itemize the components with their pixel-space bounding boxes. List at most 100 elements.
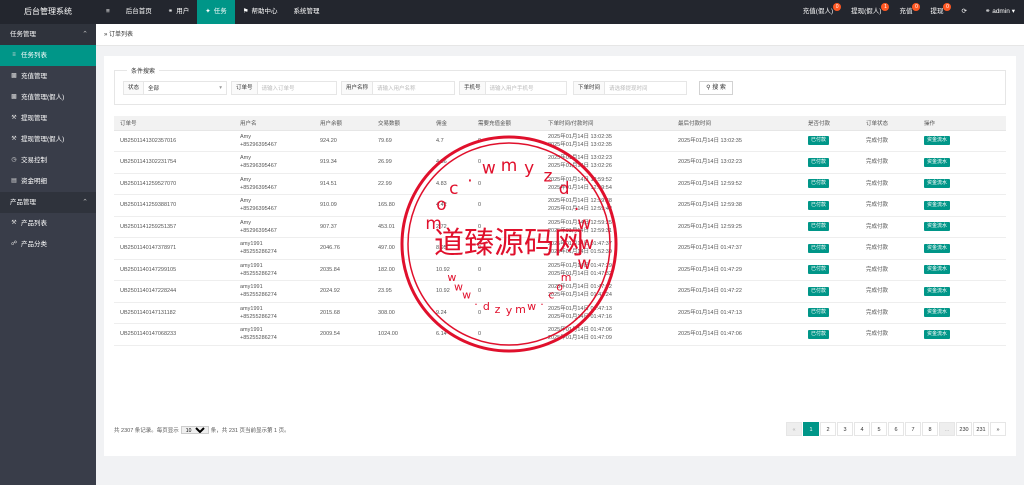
- order-no-cell: UB2501141259527070: [114, 173, 234, 195]
- page-button[interactable]: 2: [820, 422, 836, 436]
- page-button[interactable]: 8: [922, 422, 938, 436]
- run-icon: ✦: [205, 8, 211, 15]
- recharge-label: 充值: [899, 8, 913, 15]
- phone-input[interactable]: 请输入用户手机号: [486, 84, 566, 92]
- topnav-system[interactable]: 系统管理: [286, 0, 328, 24]
- order-time-label: 下单时间: [574, 82, 606, 94]
- per-page-select[interactable]: 10: [180, 426, 209, 434]
- fund-flow-button[interactable]: 资金流水: [924, 308, 951, 318]
- fund-flow-button[interactable]: 资金流水: [924, 286, 951, 296]
- search-button[interactable]: ⚲ 搜 索: [699, 81, 733, 95]
- username-cell: Amy +85296395467: [234, 173, 314, 195]
- fund-flow-button[interactable]: 资金流水: [924, 329, 951, 339]
- paid-cell: 已付款: [802, 130, 860, 152]
- recharge-needed-cell: 0: [472, 151, 542, 174]
- balance-cell: 2035.84: [314, 259, 372, 281]
- sidebar-item-recharge[interactable]: ▩ 充值管理: [0, 66, 96, 87]
- commission-cell: 8.95: [430, 237, 472, 260]
- phone-field[interactable]: 手机号 请输入用户手机号: [459, 81, 567, 95]
- fund-flow-button[interactable]: 资金流水: [924, 179, 951, 189]
- page-button[interactable]: 1: [803, 422, 819, 436]
- wrench-icon: ⚒: [11, 115, 17, 121]
- balance-cell: 2015.68: [314, 302, 372, 324]
- chevron-down-icon: ▾: [219, 85, 222, 91]
- order-no-input[interactable]: 请输入订单号: [258, 84, 336, 92]
- menu-toggle-icon[interactable]: ≡: [98, 0, 118, 24]
- flag-icon: ⚑: [242, 8, 249, 15]
- commission-cell: 10.92: [430, 259, 472, 281]
- pager-info: 共 2307 条记录。每页显示 10 条，共 231 页当前显示第 1 页。: [114, 426, 290, 434]
- pager-info-prefix: 共 2307 条记录。每页显示: [114, 428, 179, 434]
- order-time-field[interactable]: 下单时间 请选择提现时间: [573, 81, 687, 95]
- status-cell: 完成付款: [860, 302, 918, 324]
- amount-cell: 308.00: [372, 302, 430, 324]
- sidebar-item-recharge-fake[interactable]: ▩ 充值管理(假人): [0, 87, 96, 108]
- page-button[interactable]: 6: [888, 422, 904, 436]
- sidebar-item-fund-detail[interactable]: ▤ 资金明细: [0, 171, 96, 192]
- status-select[interactable]: 状态 全部 ▾: [123, 81, 227, 95]
- sidebar-item-label: 资金明细: [21, 178, 47, 185]
- breadcrumb-current[interactable]: 订单列表: [109, 32, 133, 38]
- table-row: UB2501141259527070 Amy +85296395467 914.51 2…: [114, 173, 1006, 195]
- order-no-cell: UB2501140147299105: [114, 259, 234, 281]
- sidebar-item-product-list[interactable]: ⚒ 产品列表: [0, 213, 96, 234]
- sidebar-item-withdraw[interactable]: ⚒ 提现管理: [0, 108, 96, 129]
- paid-cell: 已付款: [802, 173, 860, 195]
- withdraw-link[interactable]: 提现 0: [921, 0, 952, 24]
- prev-page-button[interactable]: «: [786, 422, 802, 436]
- pagination: «1 2 3 4 5 6 7 8... 230 231»: [786, 422, 1006, 436]
- sidebar-item-trade-control[interactable]: ◷ 交易控制: [0, 150, 96, 171]
- sidebar-group-label: 任务管理: [10, 31, 36, 38]
- order-no-cell: UB2501141259388170: [114, 194, 234, 217]
- topnav-home[interactable]: 后台首页: [118, 0, 160, 24]
- order-no-cell: UB2501140147131182: [114, 302, 234, 324]
- sidebar-item-withdraw-fake[interactable]: ⚒ 提现管理(假人): [0, 129, 96, 150]
- status-cell: 完成付款: [860, 280, 918, 303]
- topnav-help[interactable]: ⚑ 帮助中心: [235, 0, 286, 24]
- fund-flow-button[interactable]: 资金流水: [924, 157, 951, 167]
- fund-flow-button[interactable]: 资金流水: [924, 243, 951, 253]
- topnav-tasks-label: 任务: [213, 8, 227, 15]
- refresh-icon[interactable]: ⟳: [952, 0, 975, 24]
- page-button[interactable]: 230: [956, 422, 972, 436]
- username-input[interactable]: 请输入用户名称: [373, 84, 454, 92]
- sidebar-item-product-category[interactable]: ☍ 产品分类: [0, 234, 96, 255]
- recharge-link[interactable]: 充值 0: [890, 0, 921, 24]
- col-order-no: 订单号: [114, 116, 234, 131]
- topnav-users[interactable]: ⚭ 用户: [160, 0, 197, 24]
- username-cell: Amy +85296395467: [234, 216, 314, 238]
- status-label: 状态: [124, 82, 145, 94]
- topnav-tasks[interactable]: ✦ 任务: [197, 0, 235, 24]
- fund-flow-button[interactable]: 资金流水: [924, 136, 951, 146]
- username-cell: Amy +85296395467: [234, 194, 314, 217]
- recharge-fake-link[interactable]: 充值(假人) 0: [794, 0, 842, 24]
- sidebar-item-label: 提现管理(假人): [21, 136, 65, 143]
- page-button[interactable]: 231: [973, 422, 989, 436]
- user-menu[interactable]: ⚭ admin ▾: [976, 0, 1024, 24]
- page-button[interactable]: 3: [837, 422, 853, 436]
- sidebar-group-tasks[interactable]: 任务管理 ⌃: [0, 24, 96, 45]
- page-button[interactable]: 5: [871, 422, 887, 436]
- sidebar-item-task-list[interactable]: ≡ 任务列表: [0, 45, 96, 66]
- phone-label: 手机号: [460, 82, 486, 94]
- next-page-button[interactable]: »: [990, 422, 1006, 436]
- recharge-needed-cell: 0: [472, 323, 542, 346]
- order-time-cell: 2025年01月14日 01:47:37 2025年01月14日 01:52:39: [542, 237, 672, 260]
- col-commission: 佣金: [430, 116, 472, 131]
- paid-cell: 已付款: [802, 280, 860, 303]
- sidebar-group-products[interactable]: 产品管理 ⌃: [0, 192, 96, 213]
- username-field[interactable]: 用户名称 请输入用户名称: [341, 81, 455, 95]
- username-cell: amy1991 +85255286274: [234, 280, 314, 303]
- fund-flow-button[interactable]: 资金流水: [924, 200, 951, 210]
- fund-flow-button[interactable]: 资金流水: [924, 222, 951, 232]
- order-no-field[interactable]: 订单号 请输入订单号: [231, 81, 337, 95]
- order-time-input[interactable]: 请选择提现时间: [605, 84, 686, 92]
- paid-cell: 已付款: [802, 151, 860, 174]
- page-button[interactable]: 7: [905, 422, 921, 436]
- recharge-needed-cell: 0: [472, 216, 542, 238]
- page-button[interactable]: 4: [854, 422, 870, 436]
- breadcrumb-bar: » 订单列表: [96, 24, 1024, 46]
- order-no-label: 订单号: [232, 82, 258, 94]
- fund-flow-button[interactable]: 资金流水: [924, 265, 951, 275]
- withdraw-fake-link[interactable]: 提现(假人) 1: [842, 0, 890, 24]
